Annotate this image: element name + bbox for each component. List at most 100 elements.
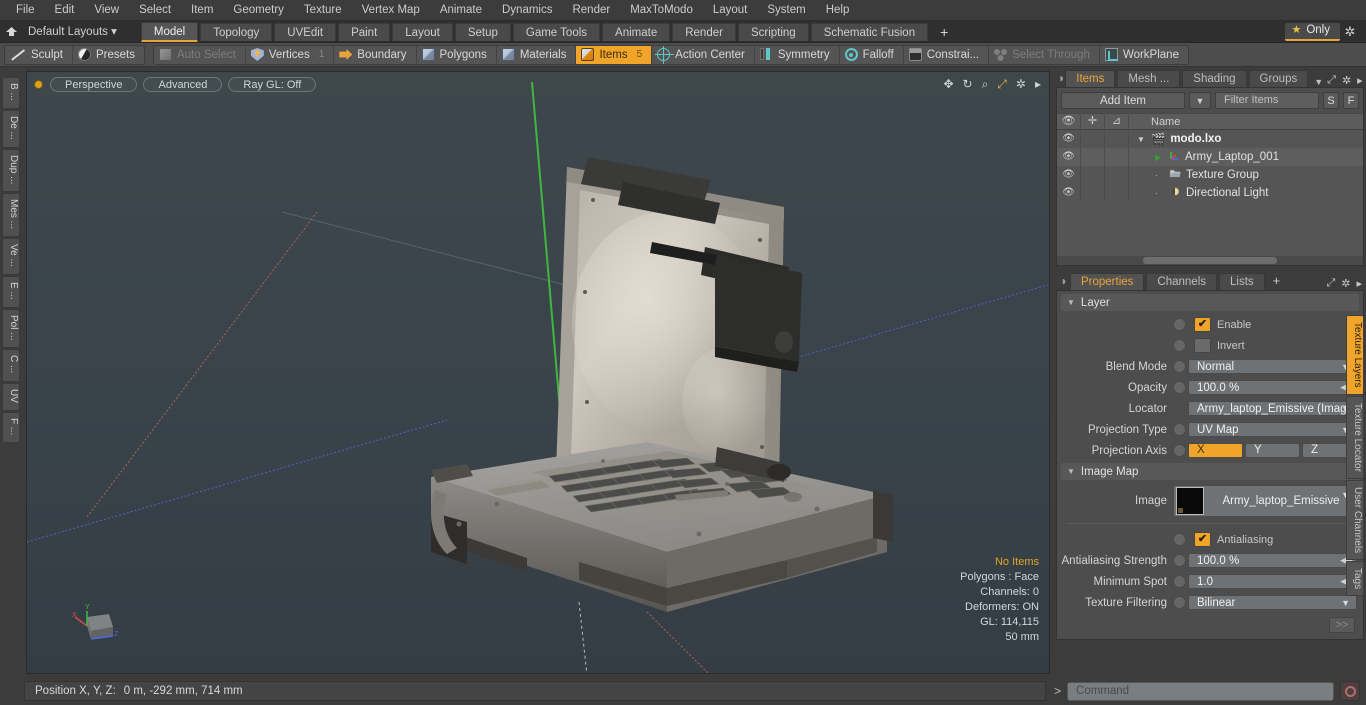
- select-through-button[interactable]: Select Through: [989, 45, 1100, 64]
- left-tab-edge[interactable]: E ...: [2, 275, 20, 308]
- more-options-button[interactable]: >>: [1329, 617, 1355, 633]
- tab-setup[interactable]: Setup: [454, 22, 511, 41]
- left-tab-fusion[interactable]: F ...: [2, 411, 20, 443]
- blend-mode-knob[interactable]: [1173, 360, 1186, 373]
- section-image-map[interactable]: ▼ Image Map: [1061, 463, 1359, 480]
- tab-mesh[interactable]: Mesh ...: [1117, 70, 1181, 87]
- antialiasing-knob[interactable]: [1173, 533, 1186, 546]
- vertices-button[interactable]: Vertices 1: [246, 45, 335, 64]
- add-panel-tab-button[interactable]: +: [1267, 273, 1287, 290]
- perspective-viewport[interactable]: Perspective Advanced Ray GL: Off ✥ ↻ ⌕ ⤢…: [26, 71, 1050, 674]
- blend-mode-dropdown[interactable]: Normal ▼: [1188, 359, 1357, 374]
- sculpt-button[interactable]: Sculpt: [5, 45, 73, 64]
- texture-filtering-dropdown[interactable]: Bilinear ▼: [1188, 595, 1357, 610]
- menu-item-layout[interactable]: Layout: [703, 0, 758, 21]
- row-visibility-toggle[interactable]: 👁: [1057, 130, 1081, 148]
- tab-properties[interactable]: Properties: [1070, 273, 1145, 290]
- menu-item-system[interactable]: System: [757, 0, 815, 21]
- left-tab-duplicate[interactable]: Dup ...: [2, 148, 20, 193]
- row-visibility-toggle[interactable]: 👁: [1057, 184, 1081, 202]
- row-lock-cell[interactable]: [1081, 148, 1105, 166]
- row-axis-cell[interactable]: [1105, 148, 1129, 166]
- row-visibility-toggle[interactable]: 👁: [1057, 166, 1081, 184]
- section-layer[interactable]: ▼ Layer: [1061, 294, 1359, 311]
- antialiasing-checkbox[interactable]: ✔: [1194, 532, 1211, 547]
- chevron-down-icon[interactable]: ▼: [1310, 77, 1327, 87]
- table-row[interactable]: 👁 · Directional Light: [1057, 184, 1363, 202]
- right-tab-user-channels[interactable]: User Channels: [1346, 479, 1364, 560]
- tab-schematic-fusion[interactable]: Schematic Fusion: [810, 22, 929, 41]
- axis-gizmo[interactable]: X Y Z: [69, 595, 129, 647]
- filter-f-button[interactable]: F: [1343, 92, 1359, 109]
- filter-items-input[interactable]: Filter Items: [1215, 92, 1319, 109]
- antialiasing-strength-knob[interactable]: [1173, 554, 1186, 567]
- presets-button[interactable]: Presets: [73, 46, 144, 64]
- invert-knob[interactable]: [1173, 339, 1186, 352]
- texture-filtering-knob[interactable]: [1173, 596, 1186, 609]
- image-dropdown[interactable]: Army_laptop_Emissive ▼: [1173, 485, 1357, 517]
- opacity-input[interactable]: 100.0 % ◀▶: [1188, 380, 1357, 395]
- projection-axis-knob[interactable]: [1173, 444, 1186, 457]
- tab-channels[interactable]: Channels: [1146, 273, 1218, 290]
- boundary-button[interactable]: Boundary: [334, 45, 417, 64]
- default-layouts-dropdown[interactable]: Default Layouts ▾: [22, 22, 125, 42]
- row-axis-cell[interactable]: [1105, 130, 1129, 148]
- menu-item-help[interactable]: Help: [816, 0, 860, 21]
- viewport-projection-button[interactable]: Perspective: [50, 76, 138, 92]
- antialiasing-strength-input[interactable]: 100.0 % ◀▶: [1188, 553, 1357, 568]
- menu-item-view[interactable]: View: [84, 0, 129, 21]
- tab-scripting[interactable]: Scripting: [737, 22, 809, 41]
- symmetry-button[interactable]: Symmetry: [755, 45, 840, 64]
- left-tab-deform[interactable]: De ...: [2, 109, 20, 148]
- expand-icon[interactable]: ⤢: [1326, 277, 1335, 290]
- move-icon[interactable]: ✥: [943, 77, 953, 91]
- left-tab-vertex[interactable]: Ve ...: [2, 238, 20, 275]
- enable-checkbox[interactable]: ✔: [1194, 317, 1211, 332]
- antialiasing-control[interactable]: ✔ Antialiasing: [1173, 532, 1273, 547]
- tab-layout[interactable]: Layout: [392, 22, 453, 41]
- panel-menu-icon[interactable]: ◗: [1058, 274, 1070, 290]
- menu-item-file[interactable]: File: [6, 0, 45, 21]
- enable-knob[interactable]: [1173, 318, 1186, 331]
- opacity-knob[interactable]: [1173, 381, 1186, 394]
- tab-groups[interactable]: Groups: [1248, 70, 1309, 87]
- locator-dropdown[interactable]: Army_laptop_Emissive (Imag ... ▼: [1188, 401, 1357, 416]
- menu-item-vertex-map[interactable]: Vertex Map: [352, 0, 430, 21]
- items-button[interactable]: Items 5: [576, 45, 653, 64]
- menu-item-dynamics[interactable]: Dynamics: [492, 0, 562, 21]
- gear-icon[interactable]: ✲: [1341, 277, 1350, 290]
- column-move-icon[interactable]: ✛: [1081, 113, 1105, 130]
- row-axis-cell[interactable]: [1105, 184, 1129, 202]
- menu-item-select[interactable]: Select: [129, 0, 181, 21]
- left-tab-curve[interactable]: C ...: [2, 349, 20, 382]
- gear-icon[interactable]: ✲: [1016, 77, 1026, 91]
- row-lock-cell[interactable]: [1081, 184, 1105, 202]
- zoom-icon[interactable]: ⌕: [982, 77, 989, 92]
- expander-icon[interactable]: ▶: [1155, 153, 1164, 162]
- army-laptop-3d-model[interactable]: [27, 72, 1050, 674]
- add-item-dropdown-icon[interactable]: ▼: [1189, 92, 1211, 109]
- falloff-button[interactable]: Falloff: [840, 45, 904, 64]
- constraint-button[interactable]: Constrai...: [904, 45, 990, 64]
- table-row[interactable]: 👁 ▶ Army_Laptop_001: [1057, 148, 1363, 166]
- materials-button[interactable]: Materials: [497, 45, 577, 64]
- table-row[interactable]: 👁 · Texture Group: [1057, 166, 1363, 184]
- projection-type-dropdown[interactable]: UV Map ▼: [1188, 422, 1357, 437]
- viewport-raygl-button[interactable]: Ray GL: Off: [228, 76, 317, 92]
- tab-model[interactable]: Model: [140, 21, 199, 42]
- right-tab-tags[interactable]: Tags: [1346, 560, 1364, 596]
- record-icon[interactable]: [1340, 681, 1360, 701]
- minimum-spot-input[interactable]: 1.0 ◀▶: [1188, 574, 1357, 589]
- column-visibility-icon[interactable]: 👁: [1057, 113, 1081, 130]
- row-visibility-toggle[interactable]: 👁: [1057, 148, 1081, 166]
- only-toggle-button[interactable]: ★ Only: [1285, 22, 1340, 41]
- chevron-right-icon[interactable]: ▸: [1357, 74, 1363, 87]
- left-tab-polygon[interactable]: Pol ...: [2, 308, 20, 349]
- left-tab-uv[interactable]: UV: [2, 382, 20, 411]
- menu-item-edit[interactable]: Edit: [45, 0, 85, 21]
- workplane-button[interactable]: WorkPlane: [1100, 46, 1188, 64]
- minimum-spot-knob[interactable]: [1173, 575, 1186, 588]
- add-item-button[interactable]: Add Item: [1061, 92, 1185, 109]
- home-icon[interactable]: [0, 22, 22, 42]
- tab-shading[interactable]: Shading: [1182, 70, 1247, 87]
